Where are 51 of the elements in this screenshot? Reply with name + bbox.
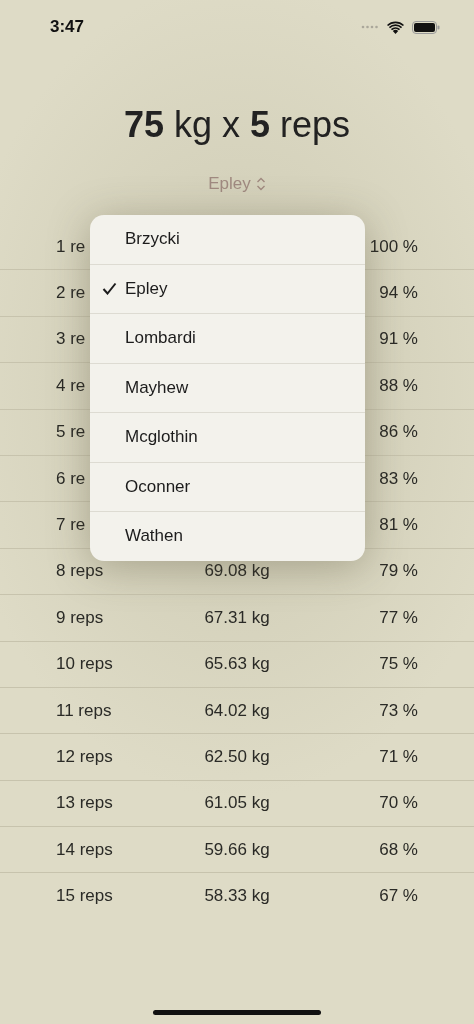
percent-cell: 81 % (379, 515, 418, 536)
percent-cell: 70 % (379, 793, 418, 814)
reps-cell: 15 reps (56, 886, 113, 907)
weight-cell: 64.02 kg (204, 700, 270, 721)
percent-cell: 88 % (379, 375, 418, 396)
percent-cell: 91 % (379, 329, 418, 350)
percent-cell: 73 % (379, 700, 418, 721)
weight-cell: 65.63 kg (204, 654, 270, 675)
reps-cell: 10 reps (56, 654, 113, 675)
wifi-icon (387, 20, 404, 34)
menu-item[interactable]: Lombardi (90, 314, 365, 364)
weight-cell: 67.31 kg (204, 607, 270, 628)
chevron-up-down-icon (255, 177, 266, 191)
reps-cell: 12 reps (56, 747, 113, 767)
percent-cell: 86 % (379, 422, 418, 443)
signal-icon (361, 25, 379, 29)
menu-item[interactable]: Epley (90, 264, 365, 314)
weight-cell: 62.50 kg (204, 747, 270, 767)
menu-item[interactable]: Mcglothin (90, 413, 365, 463)
menu-item[interactable]: Brzycki (90, 215, 365, 265)
percent-cell: 77 % (379, 607, 418, 628)
percent-cell: 94 % (379, 283, 418, 304)
menu-item[interactable]: Mayhew (90, 363, 365, 413)
percent-cell: 100 % (369, 236, 418, 257)
battery-icon (412, 20, 440, 34)
percent-cell: 83 % (379, 468, 418, 489)
percent-cell: 67 % (379, 886, 418, 907)
percent-cell: 75 % (379, 654, 418, 675)
reps-cell: 5 re (56, 422, 86, 443)
reps-cell: 2 re (56, 283, 86, 304)
reps-cell: 13 reps (56, 793, 113, 814)
reps-cell: 1 re (56, 236, 86, 257)
percent-cell: 79 % (379, 561, 418, 582)
menu-item[interactable]: Wathen (90, 512, 365, 561)
reps-cell: 9 reps (56, 607, 104, 628)
weight-cell: 61.05 kg (204, 793, 270, 814)
weight-cell: 58.33 kg (204, 886, 270, 907)
reps-cell: 3 re (56, 329, 86, 350)
percent-cell: 68 % (379, 839, 418, 860)
reps-cell: 6 re (56, 468, 86, 489)
reps-cell: 4 re (56, 375, 86, 396)
weight-cell: 69.08 kg (204, 561, 270, 582)
reps-cell: 14 reps (56, 839, 113, 860)
reps-cell: 8 reps (56, 561, 104, 582)
menu-item[interactable]: Oconner (90, 462, 365, 512)
reps-cell: 11 reps (56, 700, 112, 721)
weight-cell: 59.66 kg (204, 839, 270, 860)
status-time: 3:47 (50, 17, 85, 37)
reps-cell: 7 re (56, 515, 86, 536)
percent-cell: 71 % (379, 747, 418, 767)
set-title: 75 kg x 5 reps (122, 104, 352, 146)
